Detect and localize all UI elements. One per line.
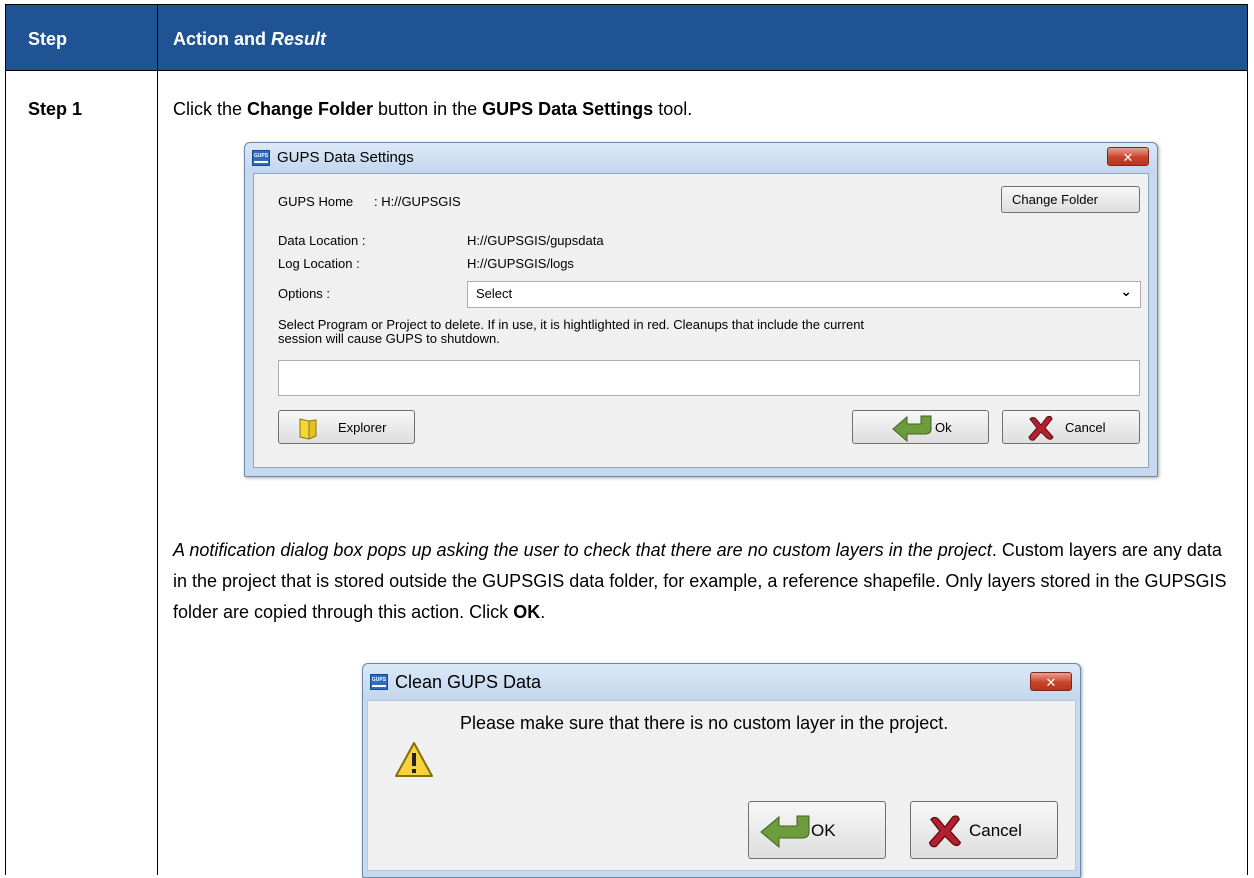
step-instruction: Click the Change Folder button in the GU…	[173, 99, 692, 120]
close-icon: ✕	[1122, 150, 1134, 165]
cancel-label: Cancel	[1065, 420, 1106, 435]
change-folder-label: Change Folder	[1012, 192, 1098, 207]
header-divider	[157, 5, 158, 70]
gups-home-label: GUPS Home	[278, 194, 354, 209]
options-selected-value: Select	[476, 286, 513, 301]
warning-icon	[395, 742, 433, 777]
dialog-title: GUPS Data Settings	[277, 149, 414, 166]
options-select[interactable]: Select ⌄	[467, 281, 1141, 308]
data-location-label: Data Location :	[278, 233, 366, 248]
gups-app-icon: GUPS	[252, 150, 270, 166]
clean-dialog-titlebar: GUPS Clean GUPS Data ✕	[363, 664, 1080, 700]
header-action-text: Action and	[173, 29, 266, 49]
note-line-2: session will cause GUPS to shutdown.	[278, 331, 500, 346]
procedure-table: Step Action and Result Step 1 Click the …	[5, 4, 1248, 878]
ok-label: Ok	[935, 420, 952, 435]
clean-gups-data-dialog: GUPS Clean GUPS Data ✕ Please make sure …	[362, 663, 1081, 878]
instr-gups-data-settings: GUPS Data Settings	[482, 99, 654, 119]
close-button[interactable]: ✕	[1107, 147, 1149, 166]
step-label: Step 1	[28, 99, 83, 119]
selection-text-field[interactable]	[278, 360, 1140, 396]
dialog-body: GUPS Home : H://GUPSGIS Change Folder Da…	[253, 173, 1149, 468]
clean-dialog-title: Clean GUPS Data	[395, 672, 542, 692]
ok-button[interactable]: OK	[748, 801, 886, 859]
return-arrow-icon	[760, 815, 810, 848]
data-location-value: H://GUPSGIS/gupsdata	[467, 233, 604, 248]
instr-pre: Click the	[173, 99, 248, 119]
cancel-label: Cancel	[969, 821, 1022, 840]
folder-icon	[299, 418, 317, 440]
result-paragraph: A notification dialog box pops up asking…	[173, 535, 1233, 628]
header-step: Step	[28, 29, 68, 49]
result-ok-bold: OK	[513, 602, 541, 622]
header-result-text: Result	[271, 29, 327, 49]
red-x-icon	[1028, 415, 1054, 441]
clean-dialog-body: Please make sure that there is no custom…	[367, 700, 1076, 871]
header-action: Action and Result	[173, 29, 326, 50]
clean-message: Please make sure that there is no custom…	[460, 713, 949, 733]
instr-post: tool.	[653, 99, 693, 119]
dialog-titlebar: GUPS GUPS Data Settings ✕	[245, 143, 1157, 173]
ok-label: OK	[811, 821, 836, 840]
result-italic: A notification dialog box pops up asking…	[173, 540, 992, 560]
ok-button[interactable]: Ok	[852, 410, 989, 444]
table-header: Step Action and Result	[6, 5, 1247, 71]
gups-data-settings-dialog: GUPS GUPS Data Settings ✕ GUPS Home : H:…	[244, 142, 1158, 477]
change-folder-button[interactable]: Change Folder	[1001, 186, 1140, 213]
explorer-button[interactable]: Explorer	[278, 410, 415, 444]
column-divider	[157, 5, 158, 875]
gups-home-value: : H://GUPSGIS	[374, 194, 461, 209]
instr-mid: button in the	[373, 99, 483, 119]
result-end: .	[540, 602, 546, 622]
log-location-label: Log Location :	[278, 256, 360, 271]
chevron-down-icon: ⌄	[1120, 283, 1132, 299]
close-icon: ✕	[1045, 675, 1057, 690]
gups-app-icon: GUPS	[370, 674, 388, 690]
red-x-icon	[928, 815, 962, 848]
instr-change-folder: Change Folder	[247, 99, 374, 119]
cancel-button[interactable]: Cancel	[1002, 410, 1140, 444]
log-location-value: H://GUPSGIS/logs	[467, 256, 574, 271]
return-arrow-icon	[892, 415, 932, 442]
explorer-label: Explorer	[338, 420, 387, 435]
cancel-button[interactable]: Cancel	[910, 801, 1058, 859]
options-label: Options :	[278, 286, 331, 301]
close-button[interactable]: ✕	[1030, 672, 1072, 691]
note-line-1: Select Program or Project to delete. If …	[278, 317, 865, 332]
